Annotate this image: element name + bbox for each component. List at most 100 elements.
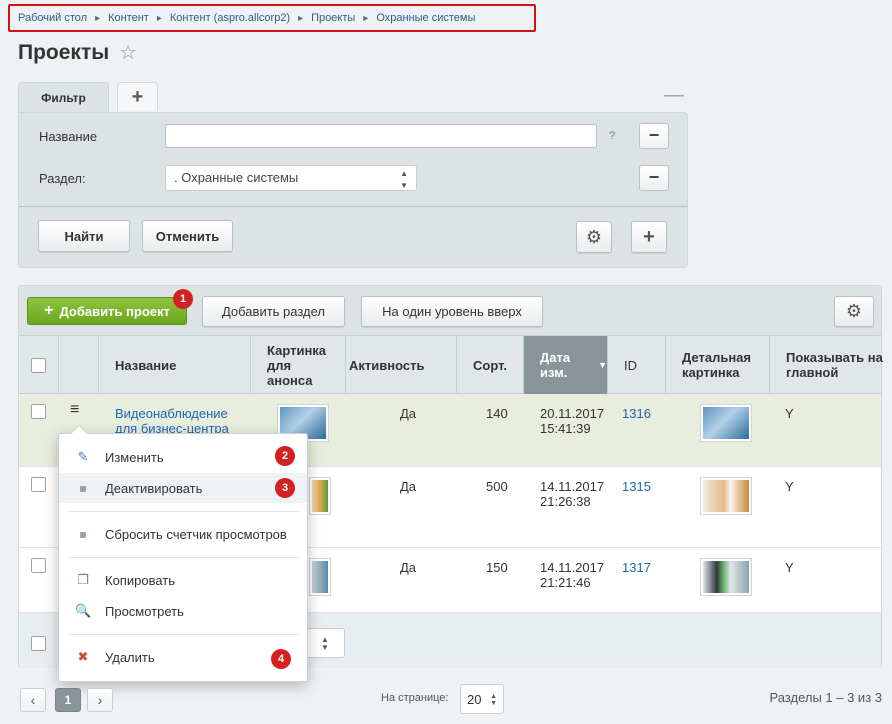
bullet-icon (75, 526, 91, 542)
remove-field-button[interactable]: − (639, 123, 669, 149)
find-button[interactable]: Найти (38, 220, 130, 252)
row-id-link[interactable]: 1317 (622, 560, 651, 575)
per-page-label: На странице: (381, 692, 449, 704)
menu-item-deactivate[interactable]: Деактивировать (59, 473, 307, 503)
row-id-link[interactable]: 1316 (622, 406, 651, 421)
detail-thumbnail (700, 404, 752, 442)
column-active[interactable]: Активность (346, 336, 457, 394)
column-date-label: Дата изм. (540, 350, 571, 380)
actions-column-head (59, 336, 99, 394)
remove-field-button[interactable]: − (639, 165, 669, 191)
add-project-label: Добавить проект (59, 303, 170, 319)
column-show-main[interactable]: Показывать на главной (770, 336, 883, 394)
row-active: Да (400, 560, 417, 575)
menu-item-reset-views[interactable]: Сбросить счетчик просмотров (59, 519, 307, 549)
row-show-main: Y (785, 406, 794, 421)
chevron-right-icon: ▸ (363, 12, 369, 24)
page-title: Проекты (18, 40, 110, 64)
section-label: Раздел: (39, 170, 86, 186)
row-sort: 140 (486, 406, 508, 421)
menu-item-delete[interactable]: ✖ Удалить (59, 642, 307, 672)
column-detail-picture[interactable]: Детальная картинка (666, 336, 770, 394)
step-badge: 4 (271, 649, 291, 669)
grid-toolbar: + Добавить проект 1 Добавить раздел На о… (19, 286, 881, 336)
filter-panel: Название ? − Раздел: . Охранные системы … (18, 112, 688, 268)
name-input[interactable] (165, 124, 597, 148)
pager-summary: Разделы 1 – 3 из 3 (769, 690, 882, 705)
per-page-value: 20 (467, 692, 482, 707)
prev-page-button[interactable]: ‹ (20, 688, 46, 712)
plus-icon: + (44, 302, 54, 319)
add-filter-tab-button[interactable]: + (117, 82, 158, 111)
row-time: 15:41:39 (540, 421, 591, 436)
step-badge: 3 (275, 478, 295, 498)
page-button[interactable]: 1 (55, 688, 81, 712)
breadcrumb-item[interactable]: Контент (108, 12, 149, 24)
menu-item-edit[interactable]: ✎ Изменить (59, 442, 307, 472)
pencil-icon: ✎ (77, 449, 89, 464)
row-id-link[interactable]: 1315 (622, 479, 651, 494)
star-icon[interactable]: ☆ (119, 40, 137, 65)
add-field-button[interactable]: + (631, 221, 667, 253)
gear-icon[interactable]: ⚙ (576, 221, 612, 253)
step-badge: 1 (173, 289, 193, 309)
row-time: 21:21:46 (540, 575, 591, 590)
row-active: Да (400, 406, 417, 421)
breadcrumb-item[interactable]: Контент (aspro.allcorp2) (170, 12, 290, 24)
add-section-button[interactable]: Добавить раздел (202, 296, 345, 327)
breadcrumb: Рабочий стол ▸ Контент ▸ Контент (aspro.… (8, 4, 536, 32)
step-badge: 2 (275, 446, 295, 466)
minimize-icon[interactable]: — (664, 85, 684, 106)
preview-thumbnail (309, 477, 331, 515)
row-menu-icon[interactable]: ≡ (70, 402, 79, 418)
column-id[interactable]: ID (608, 336, 666, 394)
detail-thumbnail (700, 558, 752, 596)
grid-header: Название Картинка для анонса Активность … (19, 336, 883, 394)
column-date[interactable]: Дата изм. ▼ (524, 336, 608, 394)
menu-item-view[interactable]: 🔍 Просмотреть (59, 596, 307, 626)
column-preview-picture[interactable]: Картинка для анонса (251, 336, 346, 394)
per-page-select[interactable]: 20 ▲ ▼ (460, 684, 504, 714)
row-checkbox[interactable] (31, 404, 46, 419)
cancel-button[interactable]: Отменить (142, 220, 233, 252)
bullet-icon (75, 480, 91, 496)
row-name-link[interactable]: Видеонаблюдение для бизнес-центра (115, 406, 229, 436)
row-date: 14.11.2017 (540, 560, 605, 575)
action-select[interactable]: ▲ ▼ (305, 628, 345, 658)
sort-desc-icon: ▼ (598, 359, 607, 370)
column-sort[interactable]: Сорт. (457, 336, 524, 394)
row-time: 21:26:38 (540, 494, 591, 509)
select-arrows-icon: ▲ ▼ (490, 693, 497, 707)
gear-icon[interactable]: ⚙ (834, 296, 874, 327)
section-select-value: . Охранные системы (174, 170, 299, 185)
row-checkbox[interactable] (31, 558, 46, 573)
chevron-right-icon: ▸ (298, 12, 304, 24)
row-context-menu: ✎ Изменить Деактивировать Сбросить счетч… (58, 424, 308, 682)
select-all-checkbox[interactable] (31, 357, 46, 373)
breadcrumb-item[interactable]: Проекты (311, 12, 355, 24)
tab-filter[interactable]: Фильтр (18, 82, 109, 113)
breadcrumb-item[interactable]: Охранные системы (376, 12, 475, 24)
help-icon[interactable]: ? (609, 130, 615, 142)
section-select[interactable]: . Охранные системы ▲ ▼ (165, 165, 417, 191)
level-up-button[interactable]: На один уровень вверх (361, 296, 543, 327)
row-sort: 500 (486, 479, 508, 494)
name-label: Название (39, 128, 98, 144)
row-show-main: Y (785, 560, 794, 575)
delete-x-icon: ✖ (77, 649, 89, 664)
menu-divider (69, 511, 299, 512)
row-active: Да (400, 479, 417, 494)
divider (19, 206, 687, 207)
chevron-right-icon: ▸ (156, 12, 162, 24)
magnifier-icon: 🔍 (75, 603, 92, 618)
menu-item-copy[interactable]: ❐ Копировать (59, 565, 307, 595)
detail-thumbnail (700, 477, 752, 515)
add-project-button[interactable]: + Добавить проект (27, 297, 187, 325)
row-checkbox[interactable] (31, 477, 46, 492)
breadcrumb-item[interactable]: Рабочий стол (18, 12, 87, 24)
next-page-button[interactable]: › (87, 688, 113, 712)
column-name[interactable]: Название (99, 336, 251, 394)
footer-checkbox[interactable] (31, 636, 46, 651)
menu-divider (69, 634, 299, 635)
preview-thumbnail (309, 558, 331, 596)
